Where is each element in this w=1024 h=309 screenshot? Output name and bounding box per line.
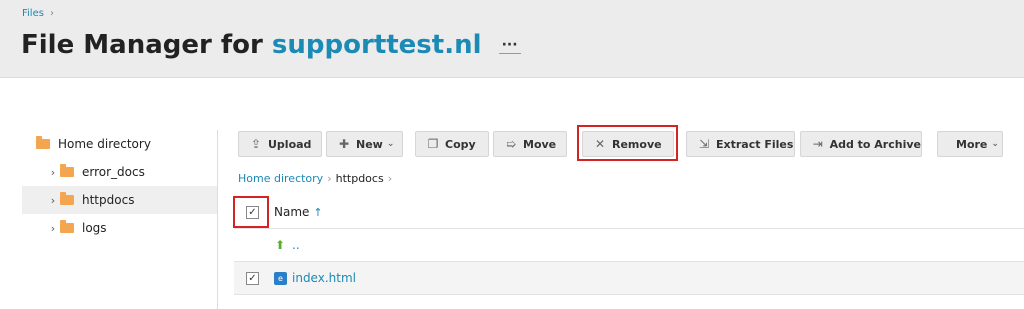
tree-item-label: logs xyxy=(82,221,107,235)
extract-label: Extract Files xyxy=(716,137,794,151)
tree-item-home-directory[interactable]: Home directory xyxy=(22,130,218,158)
file-link[interactable]: e index.html xyxy=(274,271,356,285)
archive-icon: ⇥ xyxy=(812,137,823,151)
tree-item-label: httpdocs xyxy=(82,193,135,207)
page-header: Files › File Manager for supporttest.nl ·… xyxy=(0,0,1024,78)
path-home-link[interactable]: Home directory xyxy=(238,172,323,185)
folder-icon xyxy=(60,192,74,205)
tree-item-httpdocs[interactable]: › httpdocs xyxy=(22,186,218,214)
arrow-right-icon: ➯ xyxy=(505,137,517,151)
file-name: index.html xyxy=(292,271,356,285)
add-to-archive-button[interactable]: ⇥ Add to Archive xyxy=(800,131,922,157)
breadcrumb-files-link[interactable]: Files xyxy=(22,8,44,19)
file-list: ✓ Name ↑ ⬆ .. ✓ e index.html xyxy=(234,196,1024,295)
upload-label: Upload xyxy=(268,137,312,151)
name-column-header[interactable]: Name ↑ xyxy=(274,205,323,219)
copy-button[interactable]: ❐ Copy xyxy=(415,131,489,157)
chevron-down-icon: ⌄ xyxy=(386,139,395,149)
file-list-header: ✓ Name ↑ xyxy=(234,196,1024,229)
path-breadcrumb: Home directory › httpdocs › xyxy=(238,172,396,185)
path-separator: › xyxy=(327,172,332,185)
tree-item-label: error_docs xyxy=(82,165,145,179)
path-current: httpdocs xyxy=(335,172,384,185)
tree-item-label: Home directory xyxy=(58,137,151,151)
upload-icon: ⇪ xyxy=(250,137,262,151)
select-all-highlight xyxy=(233,196,269,228)
archive-label: Add to Archive xyxy=(829,137,921,151)
row-checkbox[interactable]: ✓ xyxy=(246,271,259,285)
upload-button[interactable]: ⇪ Upload xyxy=(238,131,322,157)
more-label: More xyxy=(956,137,988,151)
tree-item-logs[interactable]: › logs xyxy=(22,214,218,242)
chevron-down-icon: ⌄ xyxy=(991,139,999,149)
more-button[interactable]: More ⌄ xyxy=(937,131,1003,157)
table-row[interactable]: ⬆ .. xyxy=(234,229,1024,262)
title-more-button[interactable]: ··· xyxy=(498,37,521,54)
tree-item-error-docs[interactable]: › error_docs xyxy=(22,158,218,186)
copy-label: Copy xyxy=(445,137,476,151)
move-button[interactable]: ➯ Move xyxy=(493,131,567,157)
path-separator: › xyxy=(387,172,393,185)
chevron-right-icon[interactable]: › xyxy=(46,222,60,235)
new-button[interactable]: ✚ New ⌄ xyxy=(326,131,403,157)
directory-tree: Home directory › error_docs › httpdocs ›… xyxy=(22,130,218,242)
plus-icon: ✚ xyxy=(338,137,350,151)
table-row[interactable]: ✓ e index.html xyxy=(234,262,1024,295)
move-label: Move xyxy=(523,137,557,151)
new-label: New xyxy=(356,137,383,151)
page-title: File Manager for supporttest.nl ··· xyxy=(21,30,521,60)
file-name: .. xyxy=(292,238,300,252)
panel-divider xyxy=(217,130,218,309)
page-title-domain: supporttest.nl xyxy=(271,30,482,60)
folder-icon xyxy=(60,164,74,177)
copy-icon: ❐ xyxy=(427,137,439,151)
parent-directory-link[interactable]: ⬆ .. xyxy=(274,238,300,252)
remove-highlight xyxy=(577,125,678,161)
chevron-right-icon[interactable]: › xyxy=(46,166,60,179)
breadcrumb-separator: › xyxy=(49,8,54,19)
parent-folder-up-icon: ⬆ xyxy=(274,238,286,252)
name-column-label: Name xyxy=(274,205,310,219)
extract-files-button[interactable]: ⇲ Extract Files xyxy=(686,131,795,157)
chevron-right-icon[interactable]: › xyxy=(46,194,60,207)
folder-icon xyxy=(60,220,74,233)
html-file-icon: e xyxy=(274,271,287,285)
page-title-prefix: File Manager for xyxy=(21,30,263,60)
sort-ascending-icon: ↑ xyxy=(313,205,323,219)
breadcrumb: Files › xyxy=(22,8,54,19)
folder-icon xyxy=(36,136,50,149)
extract-icon: ⇲ xyxy=(698,137,710,151)
